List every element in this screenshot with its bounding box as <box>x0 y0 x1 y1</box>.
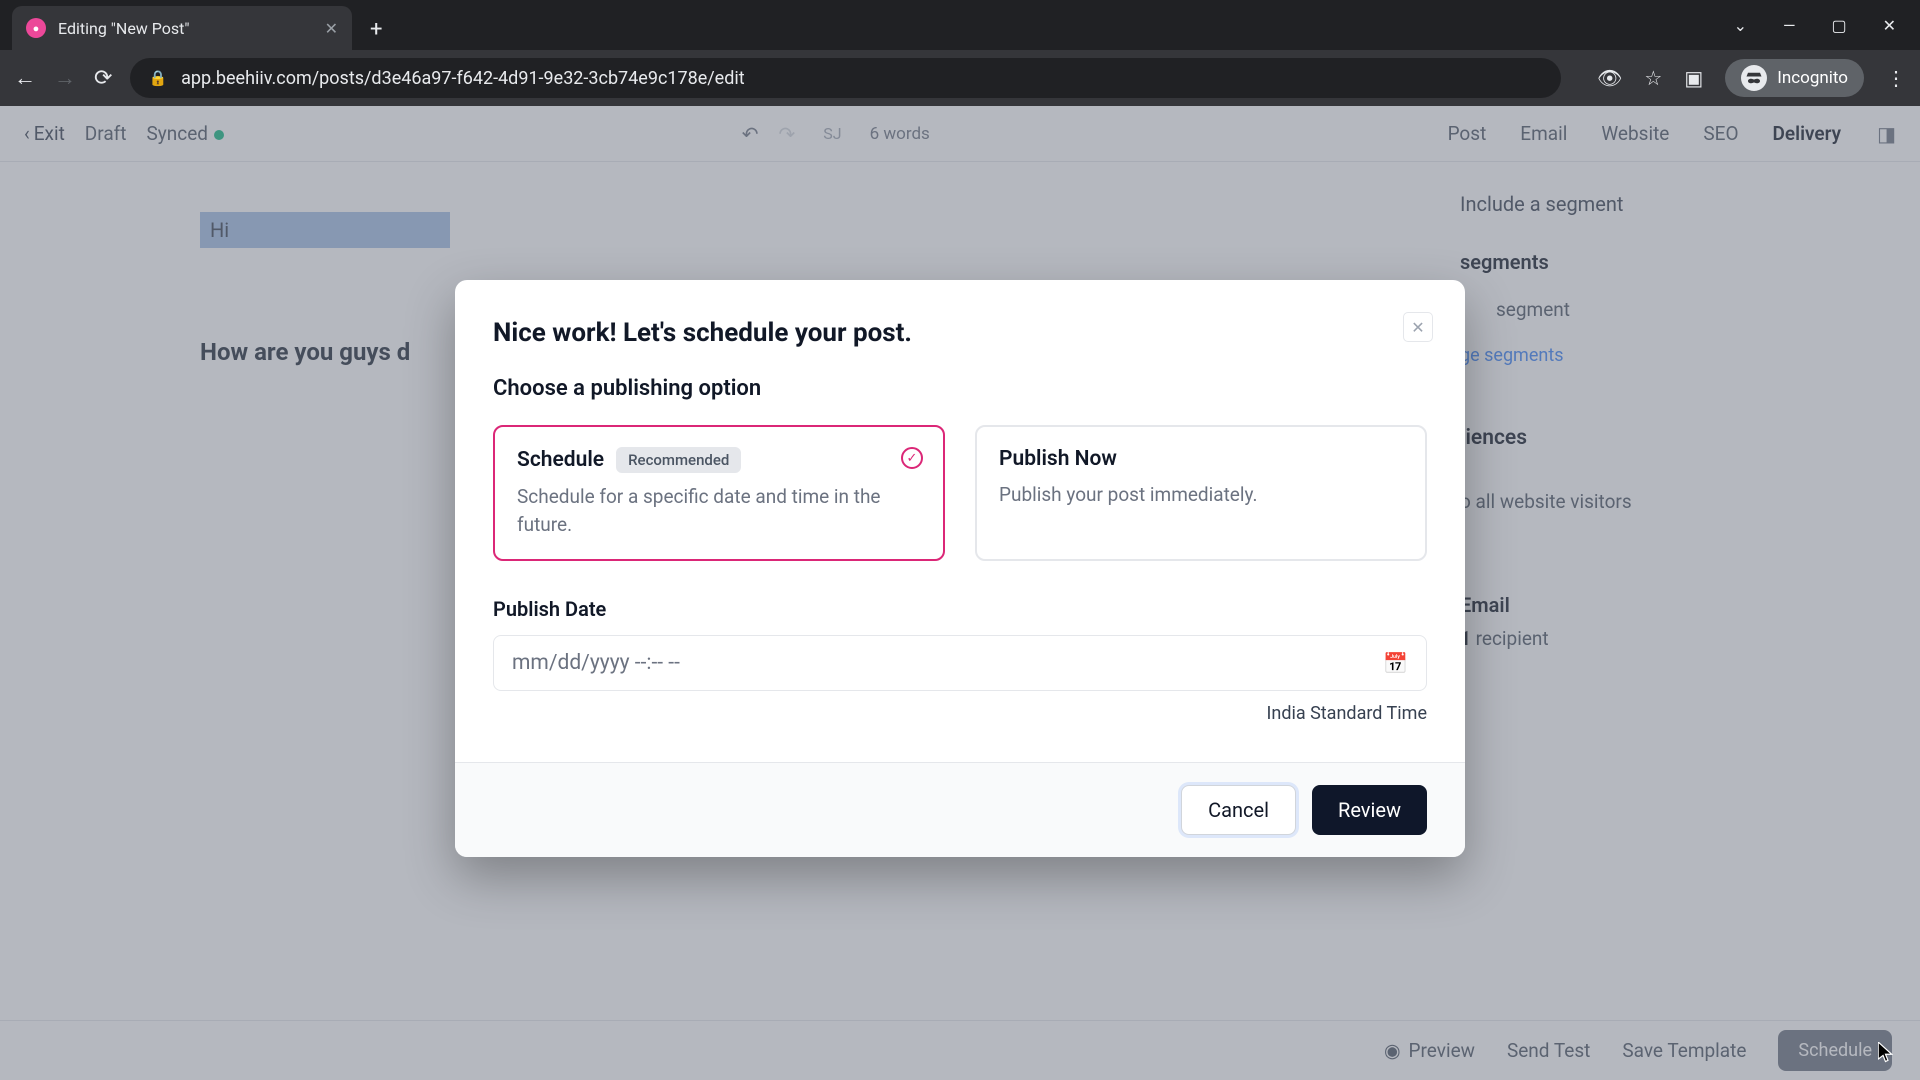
incognito-badge[interactable]: Incognito <box>1725 59 1864 97</box>
review-button[interactable]: Review <box>1312 785 1427 835</box>
recommended-badge: Recommended <box>616 447 741 473</box>
extension-icon[interactable]: ▣ <box>1684 66 1703 90</box>
publish-now-title: Publish Now <box>999 447 1117 471</box>
new-tab-button[interactable]: + <box>370 17 382 42</box>
eye-off-icon[interactable]: 👁 <box>1597 66 1622 90</box>
modal-footer: Cancel Review <box>455 762 1465 857</box>
schedule-modal: ✕ Nice work! Let's schedule your post. C… <box>455 280 1465 857</box>
modal-subtitle: Choose a publishing option <box>493 376 1427 401</box>
schedule-option-desc: Schedule for a specific date and time in… <box>517 483 921 538</box>
maximize-icon[interactable]: ▢ <box>1831 16 1846 35</box>
address-bar[interactable]: 🔒 app.beehiiv.com/posts/d3e46a97-f642-4d… <box>130 58 1561 98</box>
publish-date-input[interactable]: mm/dd/yyyy --:-- -- 📅 <box>493 635 1427 691</box>
schedule-option-card[interactable]: Schedule Recommended Schedule for a spec… <box>493 425 945 561</box>
menu-icon[interactable]: ⋮ <box>1886 66 1906 90</box>
back-icon[interactable]: ← <box>14 65 36 91</box>
bookmark-icon[interactable]: ☆ <box>1644 66 1662 90</box>
close-window-icon[interactable]: ✕ <box>1883 16 1896 35</box>
incognito-icon <box>1741 65 1767 91</box>
tab-close-icon[interactable]: ✕ <box>325 19 338 38</box>
browser-tab[interactable]: ● Editing "New Post" ✕ <box>12 6 352 50</box>
chevron-down-icon[interactable]: ⌄ <box>1734 16 1747 35</box>
calendar-icon[interactable]: 📅 <box>1383 651 1408 675</box>
minimize-icon[interactable]: — <box>1783 16 1796 35</box>
incognito-label: Incognito <box>1777 68 1848 88</box>
reload-icon[interactable]: ⟳ <box>94 66 112 91</box>
check-circle-icon: ✓ <box>901 447 923 469</box>
publish-now-desc: Publish your post immediately. <box>999 481 1403 509</box>
modal-title: Nice work! Let's schedule your post. <box>493 318 1427 348</box>
modal-close-button[interactable]: ✕ <box>1403 312 1433 342</box>
lock-icon: 🔒 <box>148 69 167 87</box>
timezone-label: India Standard Time <box>493 703 1427 724</box>
publish-now-option-card[interactable]: Publish Now Publish your post immediatel… <box>975 425 1427 561</box>
forward-icon[interactable]: → <box>54 65 76 91</box>
cancel-button[interactable]: Cancel <box>1181 785 1296 835</box>
browser-toolbar: ← → ⟳ 🔒 app.beehiiv.com/posts/d3e46a97-f… <box>0 50 1920 106</box>
date-placeholder: mm/dd/yyyy --:-- -- <box>512 651 680 675</box>
schedule-option-title: Schedule <box>517 448 604 472</box>
browser-tab-strip: ● Editing "New Post" ✕ + ⌄ — ▢ ✕ <box>0 0 1920 50</box>
window-controls: ⌄ — ▢ ✕ <box>1734 16 1920 35</box>
url-text: app.beehiiv.com/posts/d3e46a97-f642-4d91… <box>181 68 745 89</box>
site-favicon: ● <box>26 18 46 38</box>
tab-title: Editing "New Post" <box>58 19 190 38</box>
publish-date-label: Publish Date <box>493 597 1427 621</box>
